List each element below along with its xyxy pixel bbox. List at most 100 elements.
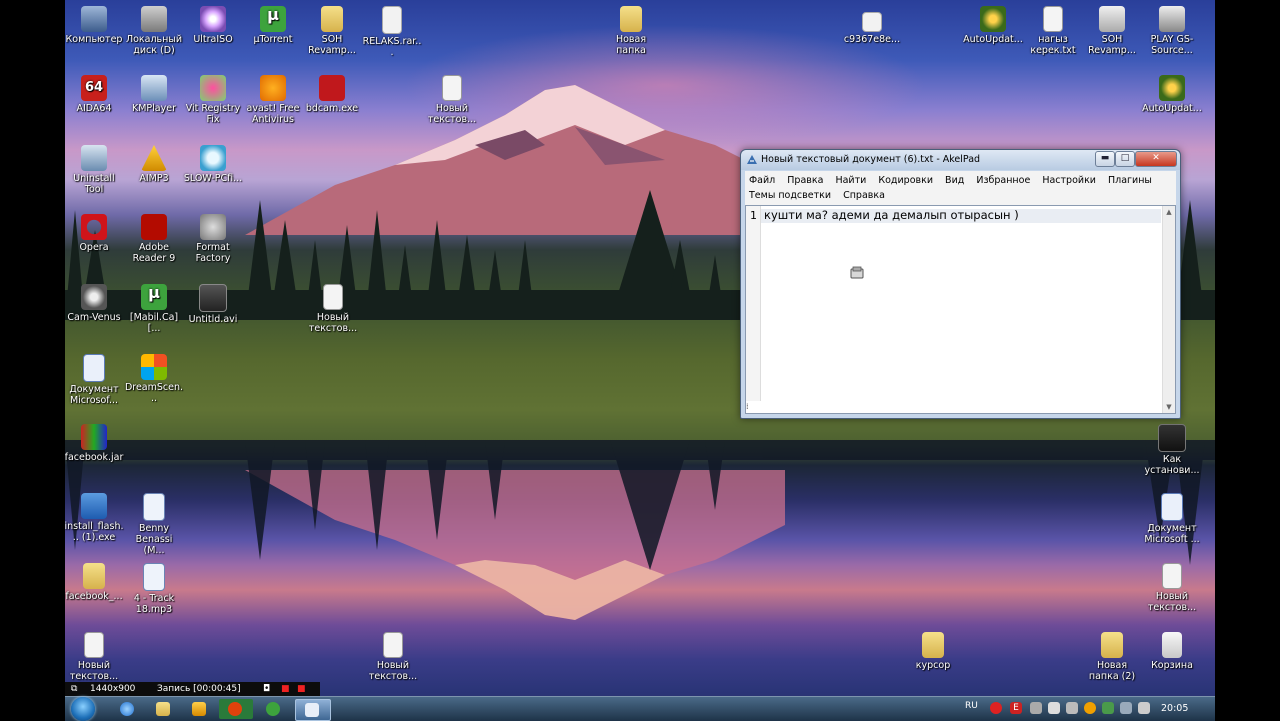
camera-icon[interactable]: ◘ — [263, 682, 270, 696]
desktop-icon-nagas[interactable]: нагыз керек.txt — [1023, 6, 1083, 56]
desktop-icon-kmplayer[interactable]: KMPlayer — [124, 75, 184, 114]
taskbar-utorrent[interactable] — [257, 699, 291, 719]
desktop-icon-new-text-5[interactable]: Новый текстов... — [363, 632, 423, 682]
desktop-icon-slow-pc[interactable]: SLOW-PCfi... — [183, 145, 243, 184]
desktop-icon-relaks[interactable]: RELAKS.rar... — [362, 6, 422, 58]
desktop-icon-computer[interactable]: Компьютер — [65, 6, 124, 45]
desktop-icon-new-folder[interactable]: Новая папка — [601, 6, 661, 56]
menu-plugins[interactable]: Плагины — [1108, 175, 1152, 186]
taskbar-akelpad[interactable] — [295, 699, 331, 721]
desktop-icon-vit-registry[interactable]: Vit Registry Fix — [183, 75, 243, 125]
desktop-icon-aimp3[interactable]: AIMP3 — [124, 145, 184, 184]
akelpad-window[interactable]: Новый текстовый документ (6).txt - AkelP… — [740, 149, 1181, 419]
desktop-icon-doc-ms-1[interactable]: Документ Microsof... — [65, 354, 124, 406]
folder-icon — [922, 632, 944, 658]
play-icon — [1159, 6, 1185, 32]
desktop-icon-new-text-3[interactable]: Новый текстов... — [1142, 563, 1202, 613]
tray-app-icon[interactable] — [1030, 702, 1042, 714]
desktop-icon-new-folder-2[interactable]: Новая папка (2) — [1082, 632, 1142, 682]
desktop-icon-untitled-avi[interactable]: Untitld.avi — [183, 284, 243, 325]
desktop-icon-adobe-reader[interactable]: Adobe Reader 9 — [124, 214, 184, 264]
desktop-icon-install-flash[interactable]: install_flash... (1).exe — [65, 493, 124, 543]
menu-file[interactable]: Файл — [749, 175, 775, 186]
desktop-icon-benny[interactable]: Benny Benassi (M... — [124, 493, 184, 556]
desktop-icon-autoupdate-2[interactable]: AutoUpdat... — [1142, 75, 1202, 114]
maximize-button[interactable]: □ — [1115, 151, 1135, 167]
desktop-icon-local-disk[interactable]: Локальный диск (D) — [124, 6, 184, 56]
tray-norton-icon[interactable] — [1084, 702, 1096, 714]
desktop-icon-new-text-4[interactable]: Новый текстов... — [65, 632, 124, 682]
adobe-icon — [141, 214, 167, 240]
desktop-icon-c9367[interactable]: c9367e8e... — [842, 12, 902, 45]
desktop-icon-opera[interactable]: Opera — [65, 214, 124, 253]
taskbar-media[interactable] — [183, 699, 217, 719]
desktop-icon-kursor[interactable]: курсор — [903, 632, 963, 671]
desktop-icon-play-gs[interactable]: PLAY GS-Source... — [1142, 6, 1202, 56]
minimize-button[interactable]: ▬ — [1095, 151, 1115, 167]
desktop-icon-soh-revamp-1[interactable]: SOH Revamp... — [302, 6, 362, 56]
taskbar-explorer[interactable] — [147, 699, 181, 719]
folder-icon — [156, 702, 170, 716]
taskbar-bdcam[interactable] — [219, 699, 253, 719]
title-bar[interactable]: Новый текстовый документ (6).txt - AkelP… — [741, 150, 1180, 170]
start-button[interactable] — [71, 697, 95, 721]
desktop-icon-format-factory[interactable]: Format Factory — [183, 214, 243, 264]
menu-favorites[interactable]: Избранное — [976, 175, 1030, 186]
desktop-icon-autoupdate-1[interactable]: AutoUpdat... — [963, 6, 1023, 45]
recorder-status: Запись [00:00:45] — [157, 684, 241, 694]
txt-icon — [442, 75, 462, 101]
record-icon[interactable]: ■ — [281, 682, 290, 696]
tray-network-icon[interactable] — [1102, 702, 1114, 714]
desktop-icon-bdcam[interactable]: bdcam.exe — [302, 75, 362, 114]
close-button[interactable]: ✕ — [1135, 151, 1177, 167]
desktop-icon-ultraiso[interactable]: UltraISO — [183, 6, 243, 45]
scroll-up-icon[interactable]: ▲ — [1163, 206, 1175, 218]
folder-icon — [83, 563, 105, 589]
desktop-icon-facebook-jar[interactable]: facebook.jar — [65, 424, 124, 463]
recorder-bar: ⧉ 1440x900 Запись [00:00:45] ◘ ■ ■ — [65, 682, 320, 696]
editor-text[interactable]: кушти ма? адеми да демалып отырасын ) — [764, 208, 1019, 222]
menu-edit[interactable]: Правка — [787, 175, 823, 186]
txt-icon — [84, 632, 104, 658]
desktop-icon-facebook-folder[interactable]: facebook_... — [65, 563, 124, 602]
desktop-icon-doc-ms-2[interactable]: Документ Microsoft ... — [1142, 493, 1202, 545]
opera-icon — [81, 214, 107, 240]
tray-monitor-icon[interactable] — [1138, 702, 1150, 714]
taskbar-ie[interactable] — [111, 699, 145, 719]
desktop-icon-new-text-2[interactable]: Новый текстов... — [303, 284, 363, 334]
desktop-icon-avast[interactable]: avast! Free Antivirus — [243, 75, 303, 125]
menu-encoding[interactable]: Кодировки — [878, 175, 933, 186]
bdcam-tray-icon[interactable] — [990, 702, 1002, 714]
desktop-icon-recycle-bin[interactable]: Корзина — [1142, 632, 1202, 671]
tray-pen-icon[interactable] — [1066, 702, 1078, 714]
desktop-icon-mabil[interactable]: [Mabil.Ca][... — [124, 284, 184, 334]
vertical-scrollbar[interactable]: ▲ ▼ — [1162, 206, 1175, 413]
tray-flag-icon[interactable] — [1120, 702, 1132, 714]
desktop-icon-utorrent[interactable]: µTorrent — [243, 6, 303, 45]
menu-find[interactable]: Найти — [835, 175, 866, 186]
language-indicator[interactable]: RU — [965, 701, 978, 711]
desktop-icon-cam-venus[interactable]: Cam-Venus — [65, 284, 124, 323]
menu-highlight-themes[interactable]: Темы подсветки — [749, 190, 831, 201]
menu-view[interactable]: Вид — [945, 175, 964, 186]
computer-icon — [81, 6, 107, 32]
menu-settings[interactable]: Настройки — [1042, 175, 1096, 186]
volume-icon[interactable] — [1048, 702, 1060, 714]
scroll-down-icon[interactable]: ▼ — [1163, 401, 1175, 413]
desktop-icon-track-18[interactable]: 4 - Track 18.mp3 — [124, 563, 184, 615]
desktop-icon-kak[interactable]: Как установи... — [1142, 424, 1202, 476]
stop-icon[interactable]: ■ — [297, 682, 306, 696]
desktop-icon-uninstall-tool[interactable]: Uninstall Tool — [65, 145, 124, 195]
desktop-icon-soh-revamp-2[interactable]: SOH Revamp... — [1082, 6, 1142, 56]
text-editor[interactable]: 1 кушти ма? адеми да демалып отырасын ) … — [745, 205, 1176, 414]
menu-help[interactable]: Справка — [843, 190, 885, 201]
recorder-window-icon: ⧉ — [71, 684, 78, 694]
desktop-icon-aida64[interactable]: 64 AIDA64 — [65, 75, 124, 114]
clock[interactable]: 20:05 — [1161, 703, 1188, 714]
utorrent-icon — [141, 284, 167, 310]
size-grip-icon[interactable]: ⁞ — [746, 401, 760, 413]
desktop-icon-dreamscene[interactable]: DreamScen... — [124, 354, 184, 404]
desktop-icon-new-text-1[interactable]: Новый текстов... — [422, 75, 482, 125]
tray-e-icon[interactable]: E — [1010, 702, 1022, 714]
bdcam-icon — [319, 75, 345, 101]
